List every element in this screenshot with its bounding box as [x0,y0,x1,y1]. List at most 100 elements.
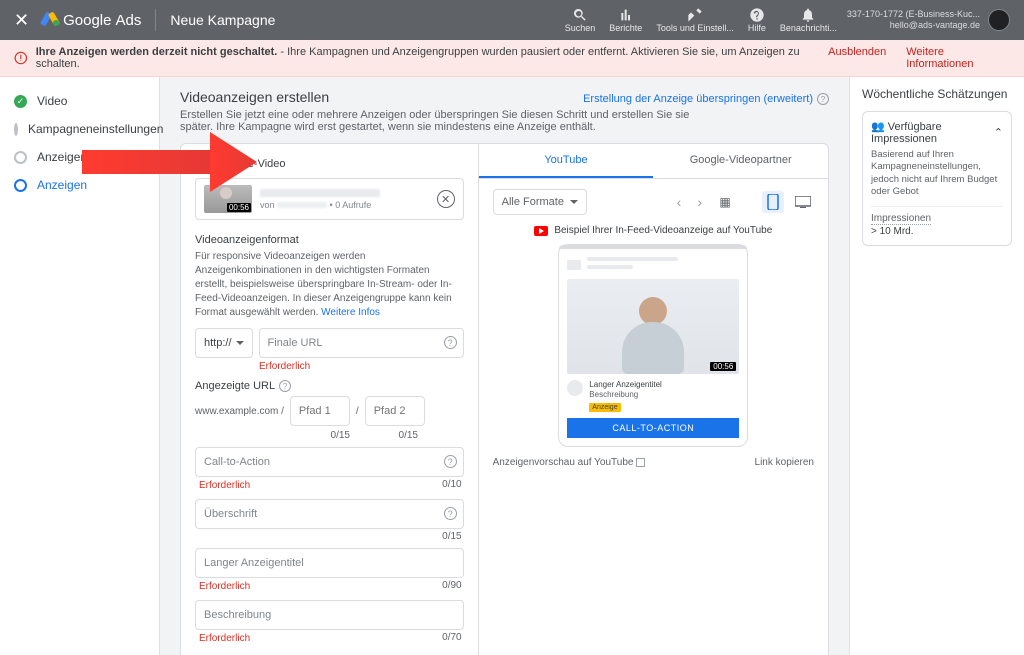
final-url-input[interactable]: Finale URL ? [259,328,464,358]
wrench-icon [687,7,703,23]
external-link-icon [636,458,645,467]
sidebar-item-video[interactable]: ✓ Video [0,87,159,115]
channel-avatar-icon [567,380,583,396]
tab-youtube[interactable]: YouTube [479,144,654,178]
video-thumbnail[interactable]: 00:56 [204,185,252,213]
product-suffix: Ads [115,12,141,29]
headline-input[interactable]: Überschrift ? [195,499,464,529]
view-desktop-icon[interactable] [792,191,814,213]
collapse-icon[interactable]: ⌃ [994,126,1003,139]
format-desc: Für responsive Videoanzeigen werden Anze… [195,250,464,320]
step-icon [14,151,27,164]
ads-logo-icon [43,12,59,28]
alert-hide[interactable]: Ausblenden [828,46,886,70]
sidebar-item-campaign-settings[interactable]: Kampagneneinstellungen [0,115,159,143]
main-heading: Videoanzeigen erstellen [180,89,329,105]
format-dropdown[interactable]: Alle Formate [493,189,587,215]
copy-link[interactable]: Link kopieren [755,457,814,468]
tab-gvp[interactable]: Google-Videopartner [653,144,828,178]
path1-input[interactable] [290,396,350,426]
step-icon [14,123,18,136]
close-icon[interactable]: ✕ [14,10,29,31]
step-icon [14,179,27,192]
headline-counter: 0/15 [195,531,462,542]
caret-down-icon [236,341,244,349]
display-url-prefix: www.example.com / [195,406,284,417]
protocol-dropdown[interactable]: http:// [195,328,253,358]
format-title: Videoanzeigenformat [195,234,464,246]
bell-icon [800,7,816,23]
notifications-tool[interactable]: Benachrichti... [780,7,837,33]
help-icon[interactable]: ? [444,455,457,468]
help-tool[interactable]: Hilfe [748,7,766,33]
page-title: Neue Kampagne [170,12,275,28]
preview-thumbnail: 00:56 [567,279,739,374]
cta-error: Erforderlich [199,480,250,491]
caret-down-icon [570,200,578,208]
skip-link[interactable]: Erstellung der Anzeige überspringen (erw… [583,89,829,109]
check-icon: ✓ [14,95,27,108]
main-subhead: Erstellen Sie jetzt eine oder mehrere An… [180,109,700,133]
preview-caption: Beispiel Ihrer In-Feed-Videoanzeige auf … [479,225,828,236]
path1-counter: 0/15 [290,430,350,441]
help-icon[interactable]: ? [817,93,829,105]
reports-icon [618,7,634,23]
estimates-title: Wöchentliche Schätzungen [862,87,1012,101]
error-icon [14,51,28,65]
path2-counter: 0/15 [358,430,418,441]
wizard-sidebar: ✓ Video Kampagneneinstellungen Anzeigeng… [0,77,160,655]
description-counter: 0/70 [442,632,461,646]
search-icon [572,7,588,23]
account-info[interactable]: 337-170-1772 (E-Business-Kuc... hello@ad… [847,9,980,31]
video-duration: 00:56 [227,203,251,212]
final-url-error: Erforderlich [259,361,464,372]
sidebar-item-adgroup[interactable]: Anzeigengruppe [0,143,159,171]
cta-counter: 0/10 [442,479,461,493]
product-name: Google [63,12,111,29]
preview-on-youtube-link[interactable]: Anzeigenvorschau auf YouTube [493,457,646,468]
tools-tool[interactable]: Tools und Einstell... [656,7,734,33]
search-tool[interactable]: Suchen [565,7,596,33]
ad-form: Ihr YouTube-Video 00:56 von • 0 Aufrufe [181,144,479,655]
impressions-label: Impressionen [871,213,931,225]
preview-sub: Beschreibung [589,390,662,400]
next-button[interactable]: › [693,190,706,214]
help-icon[interactable]: ? [444,336,457,349]
help-icon [749,7,765,23]
video-meta: von • 0 Aufrufe [260,200,429,210]
view-grid-icon[interactable]: ▦ [714,191,736,213]
path2-input[interactable] [365,396,425,426]
divider [155,9,156,31]
ad-badge: Anzeige [589,403,620,412]
sidebar-item-ads[interactable]: Anzeigen [0,171,159,199]
description-error: Erforderlich [199,633,250,644]
description-input[interactable]: Beschreibung [195,600,464,630]
avatar[interactable] [988,9,1010,31]
view-mobile-icon[interactable] [762,191,784,213]
reports-tool[interactable]: Berichte [609,7,642,33]
display-url-label: Angezeigte URL [195,380,275,392]
help-icon[interactable]: ? [444,507,457,520]
preview-tabs: YouTube Google-Videopartner [479,144,828,179]
preview-duration: 00:56 [710,362,736,371]
estimates-sub: Basierend auf Ihren Kampagneneinstellung… [871,149,1003,198]
long-headline-input[interactable]: Langer Anzeigentitel [195,548,464,578]
youtube-icon [534,226,548,236]
remove-video-icon[interactable]: ✕ [437,190,455,208]
video-section-title: Ihr YouTube-Video [195,158,464,170]
product-logo: Google Ads [43,12,141,29]
cta-input[interactable]: Call-to-Action ? [195,447,464,477]
prev-button[interactable]: ‹ [673,190,686,214]
phone-preview: 00:56 Langer Anzeigentitel Beschreibung … [558,244,748,447]
main-content: Videoanzeigen erstellen Erstellung der A… [160,77,849,655]
estimates-panel: Wöchentliche Schätzungen 👥 Verfügbare Im… [849,77,1024,655]
alert-more[interactable]: Weitere Informationen [906,46,1010,70]
long-headline-counter: 0/90 [442,580,461,594]
alert-bar: Ihre Anzeigen werden derzeit nicht gesch… [0,40,1024,77]
format-more-link[interactable]: Weitere Infos [321,307,380,318]
video-title-blurred [260,189,380,197]
preview-title: Langer Anzeigentitel [589,380,662,390]
help-icon[interactable]: ? [279,380,291,392]
preview-cta-button: CALL-TO-ACTION [567,418,739,438]
top-tools: Suchen Berichte Tools und Einstell... Hi… [565,7,837,33]
